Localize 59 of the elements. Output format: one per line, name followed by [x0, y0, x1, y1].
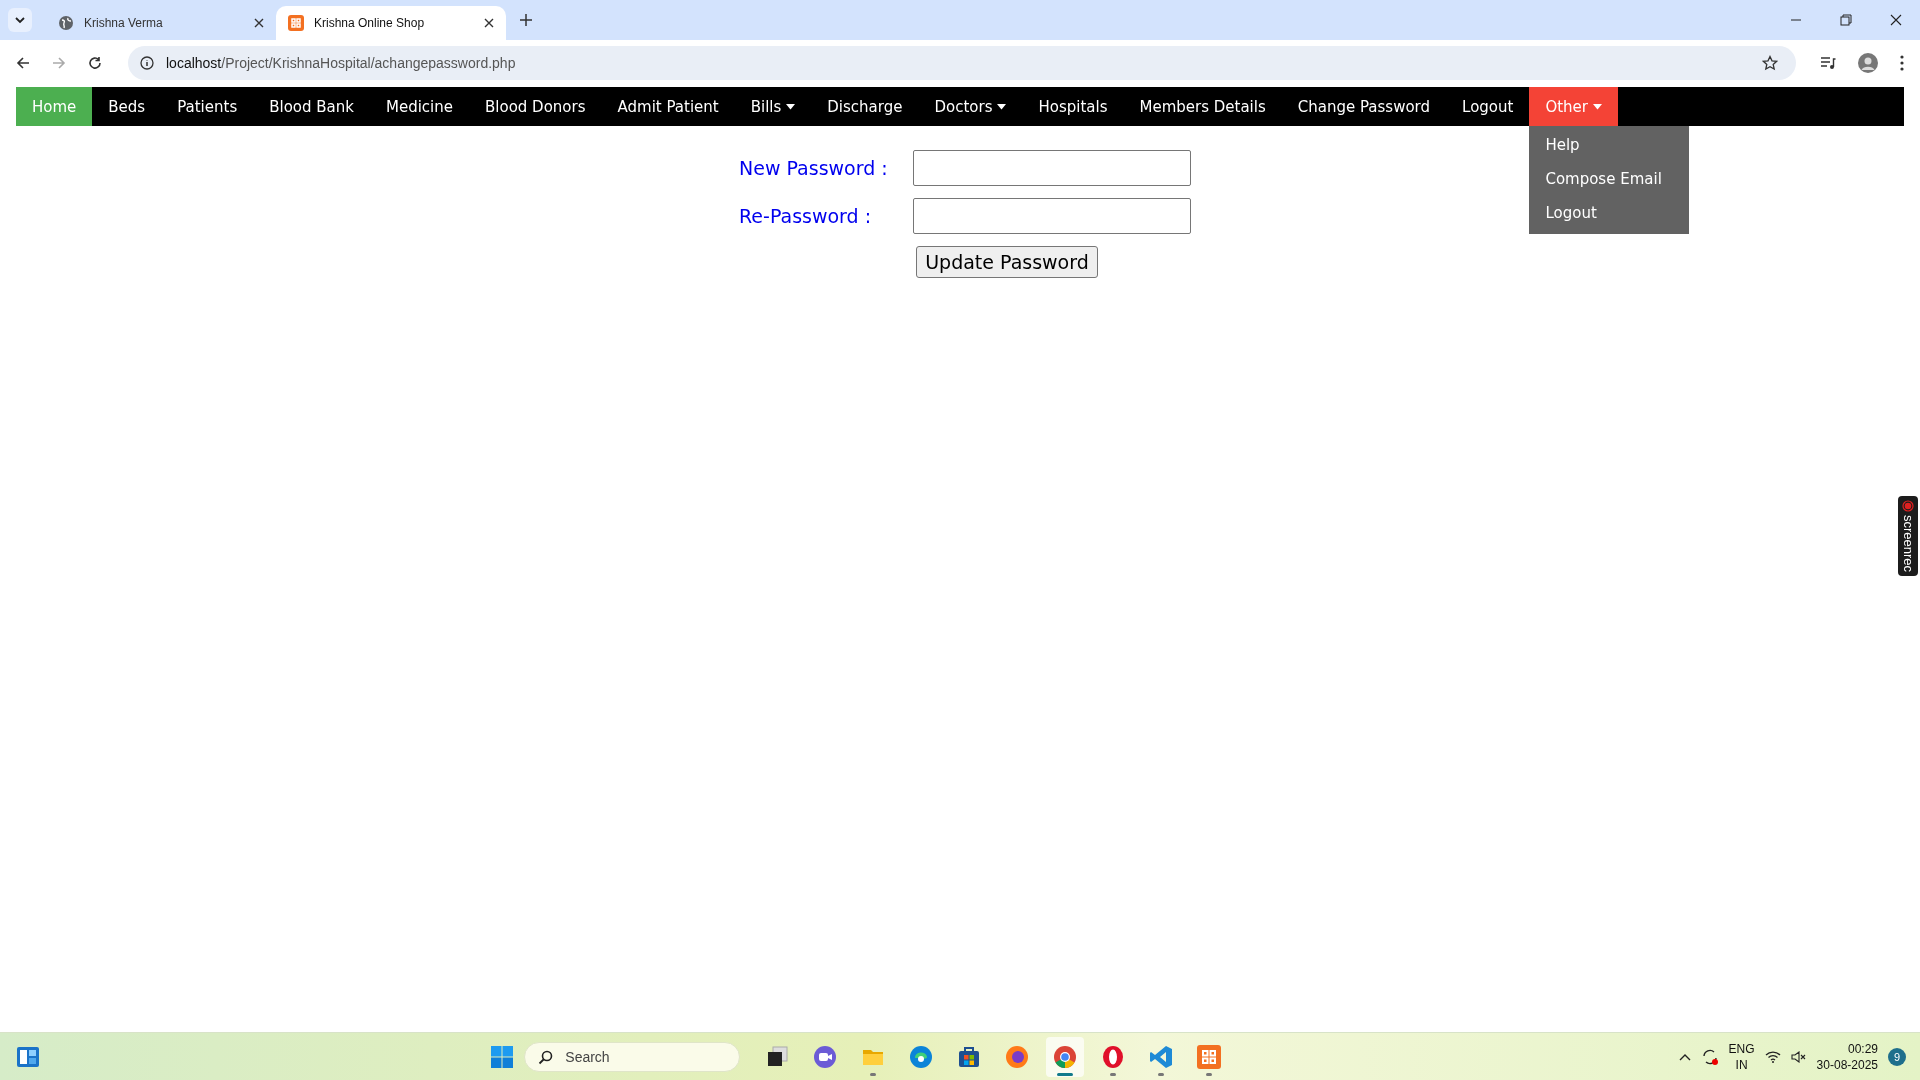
caret-icon [786, 103, 796, 110]
screenrec-widget[interactable]: screenrec [1898, 496, 1918, 577]
windows-start-icon[interactable] [490, 1044, 515, 1069]
record-icon [1902, 500, 1914, 512]
new-tab-icon[interactable] [520, 14, 532, 26]
task-view-icon [765, 1044, 790, 1069]
video-chat-icon [813, 1044, 838, 1069]
chrome-icon [1053, 1044, 1078, 1069]
caret-icon [997, 103, 1007, 110]
more-menu-icon[interactable] [1900, 55, 1904, 71]
firefox-icon [1005, 1044, 1030, 1069]
browser-tab[interactable]: Krishna Verma [46, 6, 276, 40]
wifi-icon[interactable] [1764, 1050, 1781, 1063]
restore-icon[interactable] [1840, 14, 1852, 26]
tab-search-button[interactable] [8, 8, 32, 32]
search-icon [538, 1049, 554, 1065]
password-field[interactable] [913, 150, 1191, 186]
chevron-down-icon [14, 14, 26, 26]
nav-link[interactable]: Other [1529, 87, 1618, 126]
field-label: New Password : [739, 157, 889, 179]
edge-browser-icon [909, 1044, 934, 1069]
dropdown-item[interactable]: Logout [1529, 196, 1690, 230]
close-icon[interactable] [254, 18, 264, 28]
media-queue-icon[interactable] [1820, 56, 1836, 70]
notification-badge[interactable]: 9 [1888, 1047, 1906, 1066]
dropdown-item[interactable]: Compose Email [1529, 162, 1690, 196]
avatar-icon[interactable] [1858, 53, 1878, 73]
tab-title: Krishna Online Shop [314, 16, 426, 30]
opera-icon [1101, 1044, 1126, 1069]
browser-tab[interactable]: Krishna Online Shop [276, 6, 506, 40]
speaker-muted-icon[interactable] [1790, 1050, 1807, 1063]
store-bag-icon [957, 1044, 982, 1069]
search-field[interactable]: Search [524, 1041, 741, 1072]
back-arrow-icon[interactable] [16, 56, 30, 70]
reload-icon[interactable] [88, 56, 102, 70]
clock-time[interactable]: 00:29 [1847, 1040, 1878, 1057]
xampp-icon [288, 15, 304, 31]
chevron-up-icon[interactable] [1678, 1052, 1691, 1061]
globe-icon [58, 15, 74, 31]
close-icon[interactable] [484, 18, 494, 28]
xampp-icon [1197, 1044, 1222, 1069]
caret-icon [1593, 103, 1602, 110]
dropdown-item[interactable]: Help [1529, 128, 1690, 162]
address-bar[interactable]: localhost/Project/KrishnaHospital/achangepassword.php [128, 46, 1796, 80]
tab-title: Krishna Verma [84, 16, 164, 30]
close-icon[interactable] [1890, 14, 1902, 26]
code-editor-icon [1149, 1044, 1174, 1069]
sync-icon[interactable] [1700, 1047, 1719, 1066]
url-text: localhost/Project/KrishnaHospital/achangepassword.php [166, 55, 516, 71]
update-password-button[interactable]: Update Password [916, 246, 1098, 278]
screenrec-label: screenrec [1900, 515, 1916, 573]
clock-date[interactable]: 30-08-2025 [1816, 1056, 1878, 1073]
region-label[interactable]: IN [1735, 1056, 1748, 1073]
star-icon[interactable] [1762, 55, 1778, 71]
info-icon[interactable] [140, 56, 154, 70]
language-label[interactable]: ENG [1728, 1040, 1755, 1057]
password-field[interactable] [913, 198, 1191, 234]
field-label: Re-Password : [739, 205, 873, 227]
widgets-icon[interactable] [16, 1045, 40, 1068]
